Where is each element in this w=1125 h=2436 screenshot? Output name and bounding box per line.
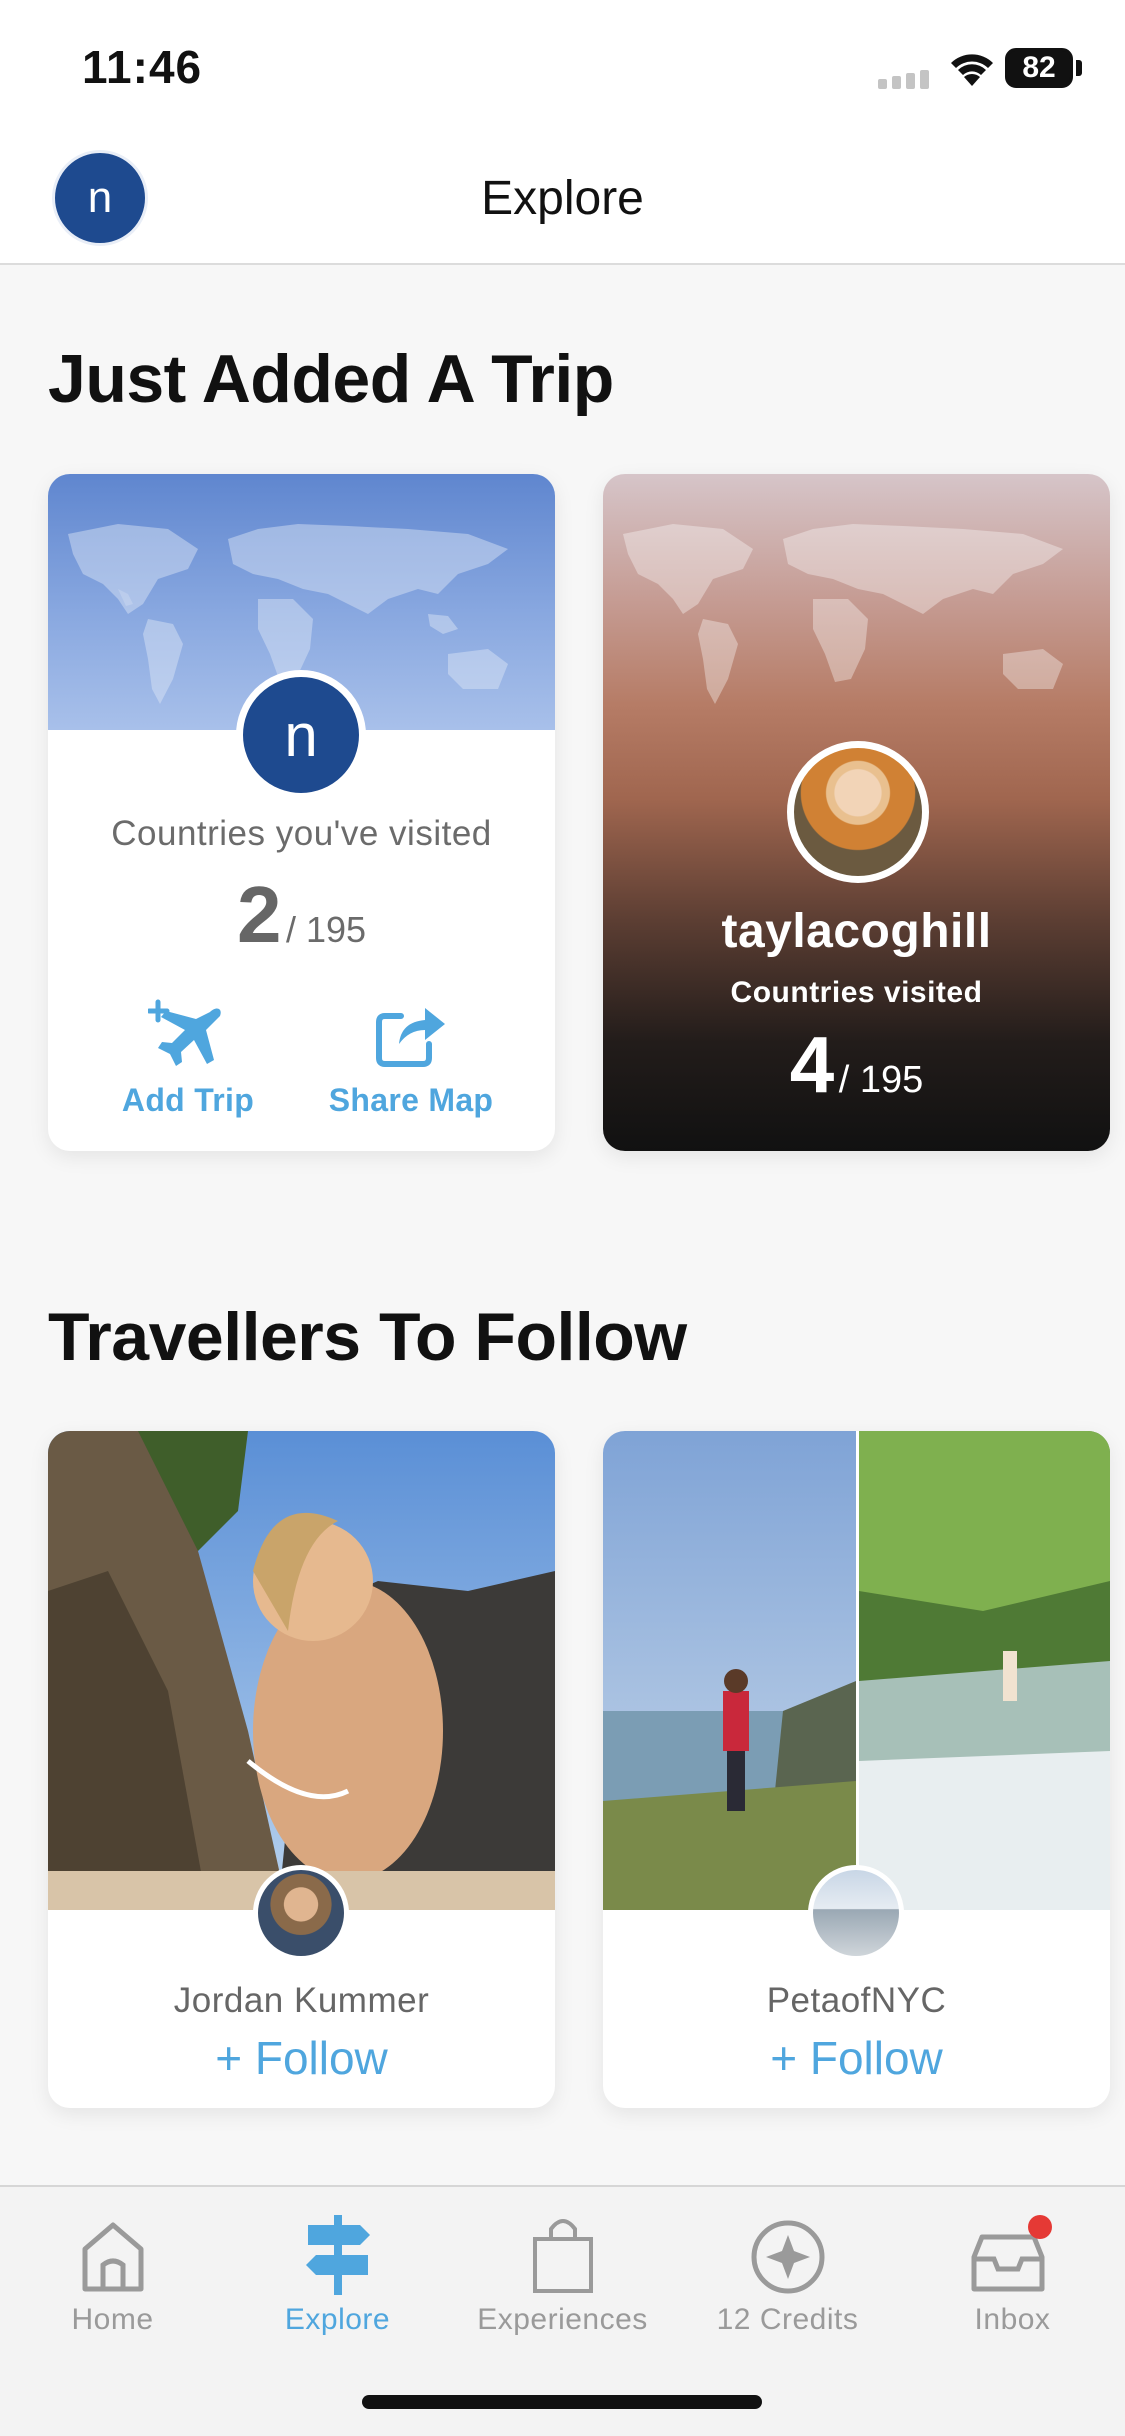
add-plane-icon bbox=[148, 999, 221, 1066]
shopping-bag-icon bbox=[532, 2219, 593, 2293]
follow-button[interactable]: + Follow bbox=[48, 2031, 555, 2085]
tab-credits-label: 12 Credits bbox=[716, 2303, 859, 2336]
nav-header: n Explore bbox=[0, 135, 1125, 265]
tab-home-label: Home bbox=[71, 2303, 154, 2336]
home-indicator bbox=[362, 2395, 762, 2409]
beach-photo-image bbox=[48, 1431, 555, 1910]
add-trip-label: Add Trip bbox=[121, 1082, 255, 1118]
countries-total: / 195 bbox=[285, 909, 367, 950]
friend-countries-label: Countries visited bbox=[730, 976, 983, 1009]
signpost-icon bbox=[305, 2215, 370, 2295]
section-title-trips: Just Added A Trip bbox=[48, 341, 614, 417]
tab-explore-label: Explore bbox=[284, 2303, 391, 2336]
home-icon bbox=[82, 2222, 143, 2292]
travel-photos-image bbox=[603, 1431, 1110, 1910]
tab-experiences[interactable]: Experiences bbox=[450, 2207, 675, 2337]
traveller-name: PetaofNYC bbox=[766, 1981, 947, 2020]
tab-inbox-label: Inbox bbox=[974, 2303, 1051, 2336]
section-title-travellers: Travellers To Follow bbox=[48, 1299, 687, 1375]
tab-experiences-label: Experiences bbox=[477, 2303, 648, 2336]
wifi-icon bbox=[951, 54, 993, 86]
share-map-button[interactable]: Share Map bbox=[311, 994, 511, 1119]
countries-label: Countries you've visited bbox=[111, 814, 492, 853]
add-trip-button[interactable]: Add Trip bbox=[88, 994, 288, 1119]
friend-countries-count: 4 / 195 bbox=[603, 1019, 1110, 1111]
inbox-icon bbox=[971, 2215, 1052, 2292]
page-title: Explore bbox=[481, 172, 644, 225]
tab-credits[interactable]: 12 Credits bbox=[675, 2207, 900, 2337]
friend-count-value: 4 bbox=[789, 1020, 835, 1109]
world-map-icon bbox=[623, 524, 1063, 704]
explore-screen: 11:46 82 n Explore Just Added A Trip n C… bbox=[0, 0, 1125, 2436]
cellular-signal-icon bbox=[878, 70, 929, 89]
share-icon bbox=[376, 1008, 445, 1067]
battery-nub bbox=[1076, 60, 1082, 76]
notification-dot bbox=[1027, 2215, 1052, 2239]
friend-avatar bbox=[787, 741, 929, 883]
traveller-photo bbox=[48, 1431, 555, 1910]
tab-explore[interactable]: Explore bbox=[225, 2207, 450, 2337]
tab-inbox[interactable]: Inbox bbox=[900, 2207, 1125, 2337]
traveller-photo bbox=[603, 1431, 1110, 1910]
countries-count: 2 / 195 bbox=[48, 869, 555, 961]
countries-count-value: 2 bbox=[236, 870, 282, 959]
traveller-name: Jordan Kummer bbox=[173, 1981, 430, 2020]
friend-map-card[interactable]: taylacoghill Countries visited 4 / 195 bbox=[603, 474, 1110, 1151]
tab-home[interactable]: Home bbox=[0, 2207, 225, 2337]
my-avatar: n bbox=[236, 670, 366, 800]
friend-username: taylacoghill bbox=[721, 905, 992, 958]
friend-count-total: / 195 bbox=[838, 1059, 924, 1101]
traveller-avatar bbox=[808, 1865, 904, 1961]
status-bar: 11:46 82 bbox=[0, 0, 1125, 135]
share-map-label: Share Map bbox=[328, 1082, 494, 1118]
traveller-card[interactable]: PetaofNYC + Follow bbox=[603, 1431, 1110, 2108]
status-time: 11:46 bbox=[82, 41, 203, 93]
traveller-avatar bbox=[253, 1865, 349, 1961]
compass-icon bbox=[751, 2220, 824, 2294]
follow-button[interactable]: + Follow bbox=[603, 2031, 1110, 2085]
my-map-card[interactable]: n Countries you've visited 2 / 195 Add T… bbox=[48, 474, 555, 1151]
traveller-card[interactable]: Jordan Kummer + Follow bbox=[48, 1431, 555, 2108]
battery-icon: 82 bbox=[1005, 48, 1073, 88]
